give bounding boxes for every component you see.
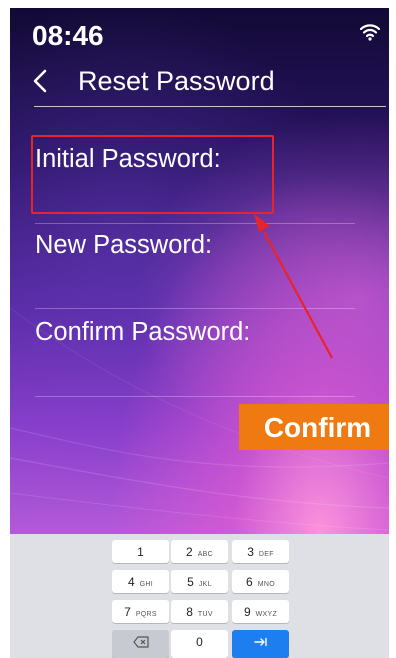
device-screen: 08:46 Reset Password Initial Password: N… [10, 8, 389, 658]
numeric-keypad: 1 2 ABC 3 DEF 4 GHI 5 JKL 6 MNO 7 PQRS 8 TUV 9W… [10, 534, 389, 658]
delete-key[interactable] [112, 630, 169, 658]
confirm-button[interactable]: Confirm [239, 404, 389, 450]
key-7[interactable]: 7 PQRS [112, 600, 169, 623]
key-2[interactable]: 2 ABC [171, 540, 228, 563]
annotation-arrow [254, 214, 333, 359]
key-3[interactable]: 3 DEF [232, 540, 289, 563]
key-0[interactable]: 0 [171, 630, 228, 658]
key-1[interactable]: 1 [112, 540, 169, 563]
key-5[interactable]: 5 JKL [171, 570, 228, 593]
key-8[interactable]: 8 TUV [171, 600, 228, 623]
backspace-icon [132, 633, 149, 650]
key-4[interactable]: 4 GHI [112, 570, 169, 593]
enter-key[interactable] [232, 630, 289, 658]
tab-arrow-icon [253, 633, 268, 650]
key-9[interactable]: 9 WXYZ [232, 600, 289, 623]
key-6[interactable]: 6 MNO [232, 570, 289, 593]
